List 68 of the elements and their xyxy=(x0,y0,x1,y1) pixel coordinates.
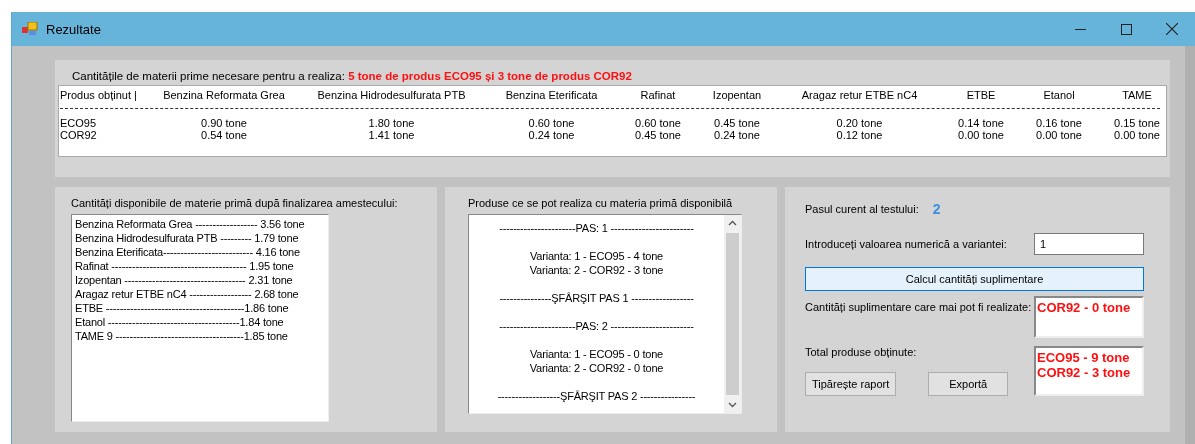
requirements-heading: Cantitățile de materii prime necesare pentru a realiza: 5 tone de produs ECO95 și 3 tone de produs COR92 xyxy=(71,70,633,84)
text-line: ------------------ŞFÂRŞIT PAS 2 ---------------- xyxy=(497,389,696,403)
column-header: TAME xyxy=(1121,88,1153,102)
table-cell-text: 0.45 tone xyxy=(634,129,682,141)
step-label: Pasul curent al testului: xyxy=(805,203,919,215)
products-textbox[interactable] xyxy=(468,214,742,414)
minimize-icon[interactable] xyxy=(1074,28,1086,30)
extra-output: COR92 - 0 tone xyxy=(1034,296,1144,338)
table-cell-text: 0.00 tone xyxy=(1035,129,1083,141)
list-item[interactable]: Benzina Hidrodesulfurata PTB --------- 1.79 tone xyxy=(75,231,299,245)
list-item[interactable]: Rafinat --------------------------------------- 1.95 tone xyxy=(75,259,294,273)
action-button[interactable]: Tipărește raport xyxy=(805,372,897,396)
list-item[interactable]: Izopentan ----------------------------------- 2.31 tone xyxy=(75,273,293,287)
scrollbar[interactable] xyxy=(724,215,741,413)
table-cell-text: 0.20 tone xyxy=(835,117,884,129)
text-line: Varianta: 2 - COR92 - 0 tone xyxy=(529,361,664,375)
table-cell-text: 0.14 tone xyxy=(957,117,1005,129)
table-cell-text: 0.60 tone xyxy=(527,117,576,129)
step-value: 2 xyxy=(932,201,941,217)
table-cell-text: 0.45 tone xyxy=(713,117,761,129)
total-output: ECO95 - 9 tone COR92 - 3 tone xyxy=(1034,346,1144,396)
list-item[interactable]: ETBE ----------------------------------------1.86 tone xyxy=(75,301,289,315)
column-header: Rafinat xyxy=(639,88,677,102)
table-cell-text: 0.12 tone xyxy=(835,129,884,141)
list-item[interactable]: Benzina Reformata Grea ------------------ 3.56 tone xyxy=(75,217,305,231)
column-header: Izopentan xyxy=(711,88,763,102)
text-line: ---------------ŞFÂRŞIT PAS 1 ------------------ xyxy=(499,291,694,305)
table-cell-text: 0.90 tone xyxy=(200,117,248,129)
table-cell-text: 0.00 tone xyxy=(1113,129,1161,141)
variant-input[interactable]: 1 xyxy=(1034,233,1144,255)
calculate-button[interactable]: Calcul cantități suplimentare xyxy=(805,267,1144,291)
table-cell-text: ECO95 xyxy=(59,117,98,129)
table-cell-text: 0.60 tone xyxy=(634,117,682,129)
table-cell-text: 0.15 tone xyxy=(1113,117,1161,129)
text-line: ----------------------PAS: 2 ------------------------ xyxy=(499,319,694,333)
text-line: Varianta: 1 - ECO95 - 4 tone xyxy=(530,249,663,263)
close-icon[interactable] xyxy=(1166,23,1178,35)
total-label: Total produse obținute: xyxy=(805,346,918,358)
table-cell-text: 0.16 tone xyxy=(1035,117,1083,129)
maximize-icon[interactable] xyxy=(1120,23,1132,35)
column-header: Produs obținut | xyxy=(59,88,138,102)
list-item[interactable]: TAME 9 -------------------------------------1.85 tone xyxy=(75,329,288,343)
extra-label: Cantități suplimentare care mai pot fi realizate: xyxy=(805,301,1032,313)
column-header: ETBE xyxy=(965,88,997,102)
column-header: Benzina Hidrodesulfurata PTB xyxy=(316,88,467,102)
table-cell-text: 1.41 tone xyxy=(367,129,416,141)
action-button[interactable]: Exportă xyxy=(928,372,1009,396)
text-line: Varianta: 1 - ECO95 - 0 tone xyxy=(530,347,663,361)
app-icon xyxy=(22,22,38,36)
window-title: Rezultate xyxy=(46,21,102,37)
column-header: Benzina Eterificata xyxy=(504,88,599,102)
list-item[interactable]: Aragaz retur ETBE nC4 ------------------ 2.68 tone xyxy=(75,287,299,301)
list-item[interactable]: Benzina Eterificata-------------------------- 4.16 tone xyxy=(75,245,300,259)
list-item[interactable]: Etanol --------------------------------------1.84 tone xyxy=(75,315,284,329)
table-cell-text: 0.00 tone xyxy=(957,129,1005,141)
table-cell-text: 0.24 tone xyxy=(713,129,761,141)
text-line: ----------------------PAS: 1 ------------------------ xyxy=(499,221,694,235)
column-header: Aragaz retur ETBE nC4 xyxy=(800,88,919,102)
text-line: Varianta: 2 - COR92 - 3 tone xyxy=(529,263,664,277)
table-cell-text: 0.54 tone xyxy=(200,129,248,141)
available-heading: Cantități disponibile de materie primă după finalizarea amestecului: xyxy=(71,197,399,209)
products-heading: Produse ce se pot realiza cu materia primă disponibilă xyxy=(468,197,734,209)
variant-label: Introduceți valoarea numerică a variantei: xyxy=(805,238,1007,250)
table-cell-text: COR92 xyxy=(59,129,98,141)
table-cell-text: 0.24 tone xyxy=(527,129,576,141)
table-cell-text: 1.80 tone xyxy=(367,117,416,129)
column-header: Benzina Reformata Grea xyxy=(162,88,286,102)
column-header: Etanol xyxy=(1042,88,1076,102)
